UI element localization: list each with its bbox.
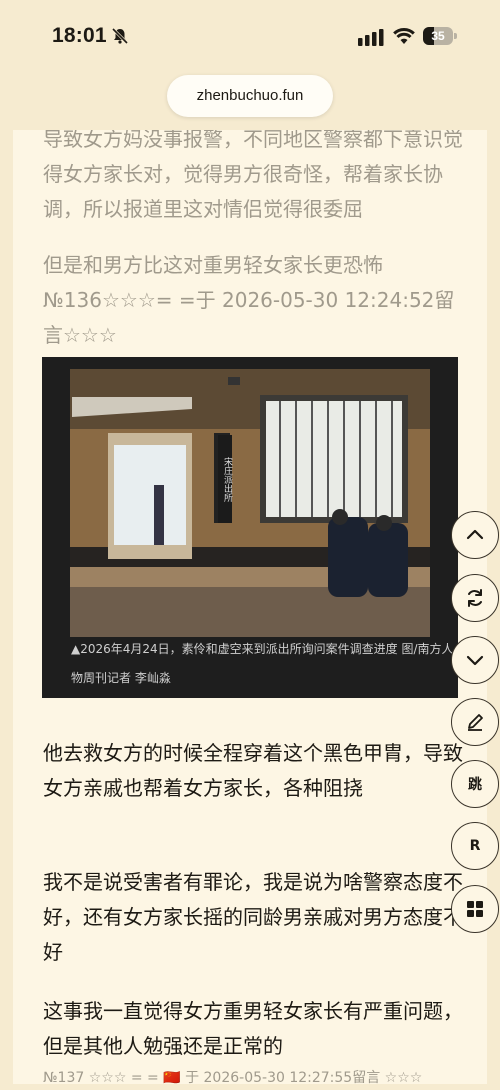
refresh-button[interactable] <box>451 574 499 622</box>
paragraph-1: 他去救女方的时候全程穿着这个黑色甲胄，导致女方亲戚也帮着女方家长，各种阻挠 <box>43 741 463 800</box>
clock: 18:01 <box>52 24 107 47</box>
comment-137-header: №137 ☆☆☆ = = 🇨🇳 于 2026-05-30 12:27:55留言 … <box>43 1070 423 1086</box>
paragraph-top: 导致女方妈没事报警，不同地区警察都下意识觉得女方家长对，觉得男方很奇怪，帮着家长… <box>43 127 463 221</box>
grid-icon <box>467 901 483 917</box>
pencil-icon <box>468 714 483 731</box>
grid-menu-button[interactable] <box>451 885 499 933</box>
browser-url-bar: zhenbuchuo.fun <box>0 72 500 130</box>
bell-slash-icon <box>111 27 129 45</box>
chevron-up-icon <box>466 529 484 540</box>
jump-button[interactable]: 跳 <box>451 760 499 808</box>
battery-percent: 35 <box>431 29 445 43</box>
wifi-icon <box>393 28 415 44</box>
reply-button[interactable]: R <box>451 822 499 870</box>
signal-icon <box>358 29 384 46</box>
chevron-down-icon <box>466 655 484 666</box>
photo-sign: 宋庄派出所 <box>218 435 232 523</box>
article-photo: 宋庄派出所 ▲2026年4月24日，素伶和虚空来到派出所询问案件调查进度 图/南… <box>42 357 458 698</box>
reply-button-label: R <box>469 838 481 854</box>
photo-caption: ▲2026年4月24日，素伶和虚空来到派出所询问案件调查进度 图/南方人物周刊记… <box>71 642 454 685</box>
edit-button[interactable] <box>451 698 499 746</box>
paragraph-2: 我不是说受害者有罪论，我是说为啥警察态度不好，还有女方家长摇的同龄男亲戚对男方态… <box>43 870 463 964</box>
refresh-icon <box>468 589 482 607</box>
jump-button-label: 跳 <box>468 777 482 793</box>
status-bar: 18:01 35 <box>0 0 500 72</box>
url-field[interactable]: zhenbuchuo.fun <box>167 75 333 117</box>
comment-136-header: 但是和男方比这对重男轻女家长更恐怖 №136☆☆☆= =于 2026-05-30… <box>43 253 455 347</box>
scroll-down-button[interactable] <box>451 636 499 684</box>
battery-icon: 35 <box>423 27 457 45</box>
scroll-up-button[interactable] <box>451 511 499 559</box>
paragraph-3: 这事我一直觉得女方重男轻女家长有严重问题，但是其他人勉强还是正常的 <box>43 999 463 1058</box>
page-content: 导致女方妈没事报警，不同地区警察都下意识觉得女方家长对，觉得男方很奇怪，帮着家长… <box>13 0 487 1086</box>
